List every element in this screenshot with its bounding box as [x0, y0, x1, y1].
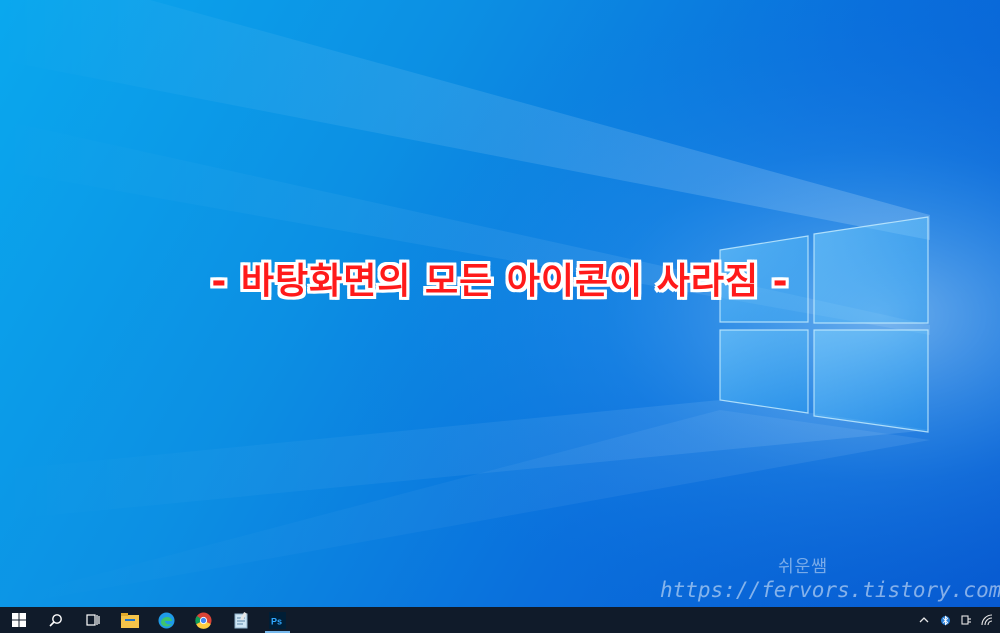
watermark-name: 쉬운쌤	[778, 557, 828, 577]
search-button[interactable]	[37, 607, 74, 633]
photoshop-icon: Ps	[269, 611, 286, 629]
start-button[interactable]	[0, 607, 37, 633]
watermark-url: https://fervors.tistory.com	[660, 578, 1000, 602]
power-plug-icon	[961, 615, 971, 625]
edge-button[interactable]	[148, 607, 185, 633]
power-button[interactable]	[959, 607, 973, 633]
chrome-button[interactable]	[185, 607, 222, 633]
system-tray	[917, 607, 994, 633]
taskbar: Ps	[0, 607, 1000, 633]
wifi-icon	[980, 614, 992, 626]
photoshop-button[interactable]: Ps	[259, 607, 296, 633]
chrome-icon	[195, 612, 212, 629]
show-hidden-icons-button[interactable]	[917, 607, 931, 633]
windows-logo-icon	[11, 613, 26, 627]
svg-text:Ps: Ps	[271, 616, 282, 626]
notepad-button[interactable]	[222, 607, 259, 633]
desktop-wallpaper[interactable]: - 바탕화면의 모든 아이콘이 사라짐 - 쉬운쌤 https://fervor…	[0, 0, 1000, 607]
notepad-icon	[234, 611, 247, 628]
edge-icon	[158, 612, 175, 628]
bluetooth-button[interactable]	[938, 607, 952, 633]
file-explorer-button[interactable]	[111, 607, 148, 633]
task-view-icon	[85, 614, 100, 626]
overlay-caption: - 바탕화면의 모든 아이콘이 사라짐 -	[211, 261, 789, 302]
bluetooth-icon	[940, 614, 950, 626]
folder-icon	[120, 612, 139, 628]
chevron-up-icon	[919, 617, 929, 623]
task-view-button[interactable]	[74, 607, 111, 633]
network-button[interactable]	[980, 607, 994, 633]
search-icon	[48, 614, 62, 627]
